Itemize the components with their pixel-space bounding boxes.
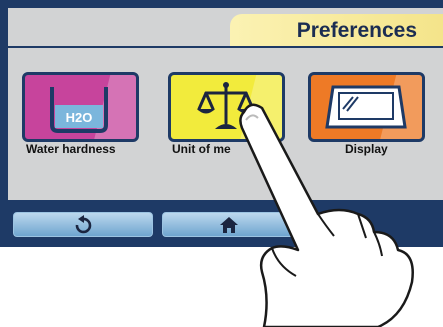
pointing-hand <box>239 103 414 327</box>
